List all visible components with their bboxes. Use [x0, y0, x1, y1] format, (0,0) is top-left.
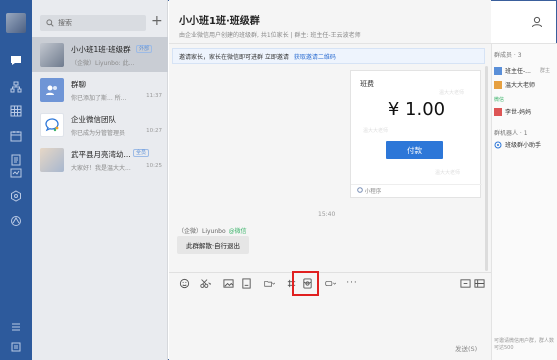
session-name: 武平县月亮湾幼...	[71, 150, 131, 159]
highlight-box	[292, 271, 319, 296]
folder-icon[interactable]	[259, 277, 279, 289]
owner-tag: 群主	[540, 68, 551, 74]
search-input[interactable]: 搜索	[40, 15, 146, 31]
session-item[interactable]: 小小班1班·班级群 外部 （企微）Liyunbo: 此...	[32, 37, 168, 72]
send-button[interactable]: 发送(S)	[455, 343, 477, 353]
input-divider	[169, 272, 491, 273]
session-item[interactable]: 群聊 你已添加了斯... 所... 11:37	[32, 72, 168, 107]
session-time: 10:25	[146, 163, 162, 169]
file-icon[interactable]	[240, 277, 252, 289]
screenshot-icon[interactable]	[196, 277, 214, 289]
wechat-label: 微信	[494, 97, 505, 103]
session-preview: （企微）Liyunbo: 此...	[71, 60, 135, 67]
chat-subtitle: 由企业微信用户创建的班级群, 共1位家长 | 群主: 班主任-王云波老师	[179, 32, 361, 39]
payment-card[interactable]: 班费 温大大老师 温大大老师 温大大老师 ¥ 1.00 付款 小程序	[350, 70, 482, 198]
session-preview: 大家好！我是温大大...	[71, 165, 131, 172]
message-bubble[interactable]: 此群解散·自行退出	[177, 236, 249, 254]
emoji-icon[interactable]	[178, 277, 190, 289]
robot-icon	[494, 141, 502, 149]
invite-banner: 邀请家长，家长在微信即可进群 立即邀请 获取邀请二维码	[172, 48, 485, 64]
invite-text: 邀请家长，家长在微信即可进群 立即邀请	[179, 53, 289, 61]
contacts-icon[interactable]	[8, 79, 24, 95]
left-nav	[0, 0, 32, 360]
link-icon[interactable]	[320, 277, 340, 289]
more-tools-icon[interactable]: ···	[346, 277, 358, 289]
invite-qrcode-link[interactable]: 获取邀请二维码	[294, 52, 336, 61]
member-avatar	[494, 80, 502, 89]
search-icon	[46, 19, 54, 27]
user-avatar[interactable]	[6, 13, 26, 33]
settings-icon[interactable]	[8, 339, 24, 355]
session-name: 企业微信团队	[71, 115, 116, 124]
pay-button[interactable]: 付款	[386, 141, 443, 159]
session-time: 10:27	[146, 128, 162, 134]
search-placeholder: 搜索	[58, 19, 72, 27]
all-staff-badge: 全员	[133, 149, 150, 157]
chat-title: 小小班1班·班级群	[179, 16, 260, 27]
member-avatar	[494, 66, 502, 75]
session-name: 小小班1班·班级群	[71, 45, 131, 54]
session-preview: 你已成为分管管理员	[71, 130, 126, 137]
history-icon[interactable]	[459, 277, 471, 289]
mail-icon[interactable]	[8, 165, 24, 181]
add-button[interactable]: +	[151, 13, 163, 29]
mini-program-label: 小程序	[357, 187, 381, 195]
session-time: 11:37	[146, 93, 162, 99]
message-sender: （企微）Liyunbo @微信	[178, 228, 247, 235]
message-time: 15:40	[318, 211, 336, 218]
members-header: 群成员 · 3	[494, 52, 522, 59]
mini-program-icon	[357, 187, 363, 193]
session-item[interactable]: 企业微信团队 你已成为分管管理员 10:27	[32, 107, 168, 142]
robots-header: 群机器人 · 1	[494, 130, 528, 137]
group-chat-icon	[40, 78, 64, 102]
chat-scrollbar[interactable]	[485, 66, 488, 271]
session-preview: 你已添加了斯... 所...	[71, 95, 127, 102]
members-footer: 可邀请微信用户群，群人数可达500	[494, 338, 555, 351]
member-item[interactable]: 班主任-...	[494, 66, 531, 75]
member-item[interactable]: 温大大老师	[494, 80, 535, 89]
member-item[interactable]: 李世-妈妈	[494, 107, 531, 116]
watermark: 温大大老师	[363, 128, 389, 134]
wechat-tag: @微信	[228, 228, 247, 235]
workbench-icon[interactable]	[8, 188, 24, 204]
more-icon[interactable]	[8, 319, 24, 335]
menu-list-icon[interactable]	[473, 277, 485, 289]
apps-icon[interactable]	[8, 103, 24, 119]
calendar-icon[interactable]	[8, 128, 24, 144]
image-icon[interactable]	[222, 277, 234, 289]
group-avatar	[40, 43, 64, 67]
session-name: 群聊	[71, 80, 86, 89]
session-item[interactable]: 武平县月亮湾幼... 全员 大家好！我是温大大... 10:25	[32, 142, 168, 177]
card-divider	[351, 184, 482, 185]
member-avatar	[494, 107, 502, 116]
group-avatar	[40, 148, 64, 172]
watermark: 温大大老师	[435, 170, 461, 176]
wecom-logo-icon	[40, 113, 64, 137]
member-icon[interactable]	[531, 16, 543, 28]
card-title: 班费	[360, 80, 374, 88]
external-badge: 外部	[136, 45, 153, 53]
watermark: 温大大老师	[439, 90, 465, 96]
drive-icon[interactable]	[8, 213, 24, 229]
robot-item[interactable]: 班级群小助手	[494, 140, 541, 149]
member-panel	[491, 44, 557, 360]
card-amount: ¥ 1.00	[387, 99, 446, 120]
message-icon[interactable]	[8, 52, 24, 68]
